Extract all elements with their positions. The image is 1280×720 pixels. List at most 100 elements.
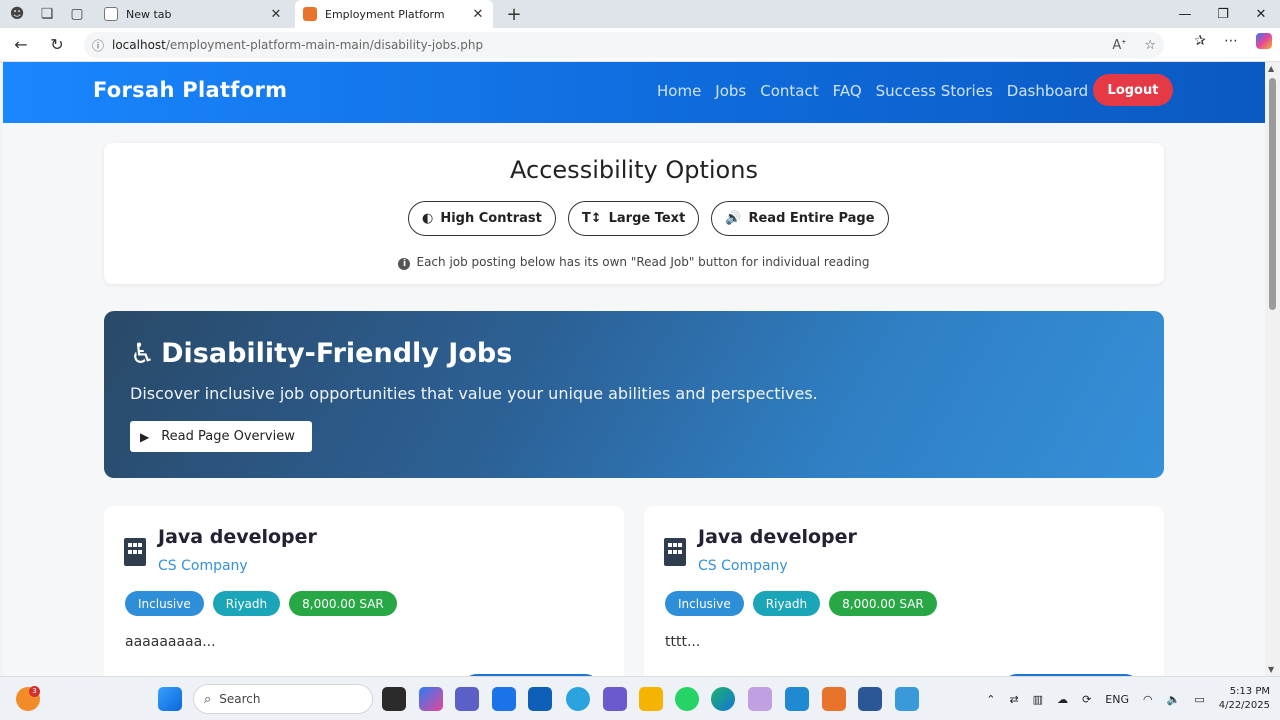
location-badge: Riyadh (212, 591, 281, 616)
workspaces-icon[interactable]: ❏ (34, 1, 60, 27)
wheelchair-icon: ♿ (130, 337, 156, 370)
building-icon (664, 538, 686, 566)
button-label: Read Page Overview (161, 429, 295, 444)
xampp-icon[interactable] (822, 687, 846, 711)
read-entire-page-button[interactable]: 🔊 Read Entire Page (711, 201, 889, 236)
search-icon: ⌕ (204, 691, 212, 707)
page-viewport: Forsah Platform Home Jobs Contact FAQ Su… (3, 62, 1265, 676)
battery-icon[interactable]: ▭ (1194, 693, 1204, 706)
bluetooth-icon[interactable]: ⇄ (1009, 693, 1018, 706)
site-info-icon[interactable]: ⓘ (84, 37, 112, 54)
salary-badge: 8,000.00 SAR (289, 591, 397, 616)
company-name[interactable]: CS Company (698, 558, 788, 574)
tab-title: Employment Platform (325, 7, 445, 21)
job-tags: Inclusive Riyadh 8,000.00 SAR (125, 591, 397, 616)
tab-actions-icon[interactable]: ▢ (64, 1, 90, 27)
tab-new-tab[interactable]: New tab ✕ (96, 0, 291, 28)
task-view-icon[interactable] (382, 687, 406, 711)
job-card: Java developer CS Company Inclusive Riya… (104, 506, 624, 676)
main-nav: Home Jobs Contact FAQ Success Stories Da… (657, 82, 1088, 100)
copilot-icon[interactable] (1256, 33, 1272, 49)
search-placeholder: Search (219, 692, 261, 706)
favorite-star-icon[interactable]: ☆ (1144, 38, 1156, 53)
text-size-icon: T↕ (581, 211, 602, 226)
button-label: Large Text (608, 211, 686, 226)
os-taskbar: 3 ⌕ Search ⌃ ⇄ ▥ ☁ ⟳ ENG ◠ 🔈 ▭ 5:13 PM 4… (0, 676, 1280, 720)
refresh-icon[interactable]: ↻ (42, 30, 72, 60)
scroll-up-icon[interactable]: ▲ (1268, 64, 1274, 73)
company-name[interactable]: CS Company (158, 558, 248, 574)
job-description: aaaaaaaaa... (125, 634, 216, 650)
photos-app-icon[interactable] (895, 687, 919, 711)
read-aloud-icon[interactable]: Aᐩ (1112, 38, 1126, 53)
nav-link-home[interactable]: Home (657, 82, 701, 100)
job-tags: Inclusive Riyadh 8,000.00 SAR (665, 591, 937, 616)
file-explorer-icon[interactable] (639, 687, 663, 711)
favorites-icon[interactable]: ✰ (1194, 33, 1206, 49)
address-bar[interactable]: ⓘ localhost/employment-platform-main-mai… (84, 32, 1164, 58)
job-title[interactable]: Java developer (158, 526, 317, 548)
salary-badge: 8,000.00 SAR (829, 591, 937, 616)
tab-employment-platform[interactable]: Employment Platform ✕ (295, 0, 493, 28)
page-scrollbar[interactable]: ▲ ▼ (1265, 62, 1280, 676)
whatsapp-icon[interactable] (675, 687, 699, 711)
clock[interactable]: 5:13 PM 4/22/2025 (1219, 685, 1270, 713)
more-menu-icon[interactable]: ⋯ (1224, 33, 1238, 49)
mail-icon[interactable] (492, 687, 516, 711)
hero-subtitle: Discover inclusive job opportunities tha… (130, 384, 818, 403)
logout-button[interactable]: Logout (1093, 74, 1173, 106)
language-indicator[interactable]: ENG (1105, 693, 1129, 706)
inclusive-badge: Inclusive (665, 591, 744, 616)
scroll-down-icon[interactable]: ▼ (1268, 665, 1274, 674)
large-text-button[interactable]: T↕ Large Text (567, 201, 700, 236)
edge-browser-icon[interactable] (711, 687, 735, 711)
nav-link-success-stories[interactable]: Success Stories (876, 82, 993, 100)
new-tab-plus-icon[interactable]: + (499, 4, 529, 25)
start-windows-icon[interactable] (158, 687, 182, 711)
scrollbar-thumb[interactable] (1269, 78, 1276, 310)
cloud-icon[interactable]: ☁ (1057, 693, 1068, 706)
job-title[interactable]: Java developer (698, 526, 857, 548)
nav-link-faq[interactable]: FAQ (833, 82, 862, 100)
speaker-icon: 🔊 (725, 211, 742, 226)
copilot-app-icon[interactable] (419, 687, 443, 711)
taskbar-search[interactable]: ⌕ Search (193, 684, 373, 714)
brand-logo[interactable]: Forsah Platform (93, 78, 287, 102)
back-arrow-icon[interactable]: ← (6, 30, 36, 60)
browser-tab-strip: ☻ ❏ ▢ New tab ✕ Employment Platform ✕ + … (0, 0, 1280, 28)
close-icon[interactable]: ✕ (471, 7, 485, 22)
read-page-overview-button[interactable]: ▶ Read Page Overview (130, 421, 312, 452)
performance-icon[interactable]: ▥ (1033, 693, 1043, 706)
inclusive-badge: Inclusive (125, 591, 204, 616)
snipping-tool-icon[interactable] (748, 687, 772, 711)
profile-icon[interactable]: ☻ (4, 1, 30, 27)
close-icon[interactable]: ✕ (269, 7, 283, 22)
store-icon[interactable] (528, 687, 552, 711)
vscode-icon[interactable] (785, 687, 809, 711)
button-label: High Contrast (440, 211, 542, 226)
notification-badge: 3 (29, 686, 40, 697)
nav-link-jobs[interactable]: Jobs (715, 82, 746, 100)
accessibility-panel: Accessibility Options ◐ High Contrast T↕… (104, 143, 1164, 284)
location-badge: Riyadh (752, 591, 821, 616)
teams-icon[interactable] (455, 687, 479, 711)
button-label: Read Entire Page (748, 211, 875, 226)
high-contrast-button[interactable]: ◐ High Contrast (408, 201, 556, 236)
hero-title-text: Disability-Friendly Jobs (161, 338, 513, 369)
address-toolbar: ← ↻ ⓘ localhost/employment-platform-main… (0, 28, 1280, 62)
site-header: Forsah Platform Home Jobs Contact FAQ Su… (3, 62, 1265, 123)
chevron-up-icon[interactable]: ⌃ (986, 693, 995, 706)
maximize-icon[interactable]: ❐ (1204, 0, 1242, 28)
volume-icon[interactable]: 🔈 (1167, 693, 1181, 706)
nav-link-dashboard[interactable]: Dashboard (1007, 82, 1088, 100)
wifi-icon[interactable]: ◠ (1143, 693, 1153, 706)
sync-icon[interactable]: ⟳ (1082, 693, 1091, 706)
minimize-icon[interactable]: — (1166, 0, 1204, 28)
word-icon[interactable] (858, 687, 882, 711)
close-window-icon[interactable]: ✕ (1242, 0, 1280, 28)
telegram-icon[interactable] (566, 687, 590, 711)
building-icon (124, 538, 146, 566)
app-hexagon-icon[interactable] (603, 687, 627, 711)
hero-banner: ♿ Disability-Friendly Jobs Discover incl… (104, 311, 1164, 478)
nav-link-contact[interactable]: Contact (760, 82, 818, 100)
